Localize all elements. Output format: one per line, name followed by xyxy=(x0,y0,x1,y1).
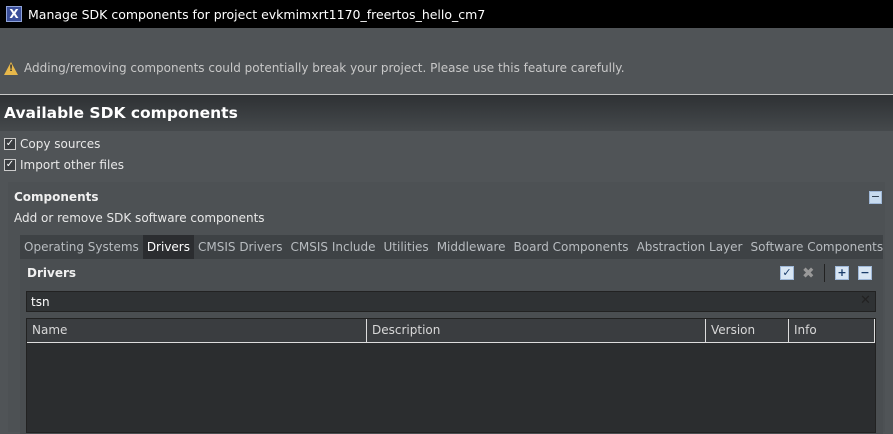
drivers-title: Drivers xyxy=(27,266,77,280)
warning-message: ! Adding/removing components could poten… xyxy=(4,61,625,75)
tab-operating-systems[interactable]: Operating Systems xyxy=(20,235,143,259)
checkbox-label: Import other files xyxy=(20,158,124,172)
tab-utilities[interactable]: Utilities xyxy=(380,235,433,259)
tab-cmsis-drivers[interactable]: CMSIS Drivers xyxy=(194,235,287,259)
select-all-icon[interactable]: ✓ xyxy=(780,266,794,280)
checkbox-label: Copy sources xyxy=(20,137,101,151)
section-header: Available SDK components xyxy=(0,95,893,131)
filter-input[interactable] xyxy=(26,291,876,312)
column-version[interactable]: Version xyxy=(706,319,789,342)
checkbox-check-icon: ✓ xyxy=(4,159,16,171)
deselect-all-icon[interactable]: ✖ xyxy=(802,264,815,282)
table-header: Name Description Version Info xyxy=(27,319,875,343)
column-description[interactable]: Description xyxy=(367,319,706,342)
import-other-files-checkbox[interactable]: ✓ Import other files xyxy=(4,158,124,172)
app-icon: X xyxy=(6,6,22,22)
warning-icon: ! xyxy=(4,61,18,75)
title-bar: X Manage SDK components for project evkm… xyxy=(0,0,893,28)
toolbar-separator xyxy=(824,264,825,282)
tab-software-components[interactable]: Software Components xyxy=(747,235,888,259)
components-description: Add or remove SDK software components xyxy=(14,211,265,225)
clear-filter-icon[interactable]: ✕ xyxy=(860,293,871,308)
components-table: Name Description Version Info xyxy=(26,318,876,433)
collapse-all-icon[interactable]: − xyxy=(858,266,872,280)
tab-abstraction-layer[interactable]: Abstraction Layer xyxy=(633,235,747,259)
tab-overflow-button[interactable]: »2 xyxy=(887,239,893,255)
window-title: Manage SDK components for project evkmim… xyxy=(28,6,486,22)
tab-bar: Operating Systems Drivers CMSIS Drivers … xyxy=(20,235,883,259)
warning-text: Adding/removing components could potenti… xyxy=(24,61,625,75)
components-title: Components xyxy=(14,190,99,204)
tab-drivers[interactable]: Drivers xyxy=(142,235,194,259)
tab-middleware[interactable]: Middleware xyxy=(433,235,510,259)
copy-sources-checkbox[interactable]: ✓ Copy sources xyxy=(4,137,100,151)
column-name[interactable]: Name xyxy=(27,319,367,342)
expand-all-icon[interactable]: + xyxy=(835,266,849,280)
tab-board-components[interactable]: Board Components xyxy=(510,235,633,259)
collapse-icon[interactable]: − xyxy=(869,191,882,204)
checkbox-check-icon: ✓ xyxy=(4,138,16,150)
tab-cmsis-include[interactable]: CMSIS Include xyxy=(287,235,380,259)
column-info[interactable]: Info xyxy=(789,319,875,342)
